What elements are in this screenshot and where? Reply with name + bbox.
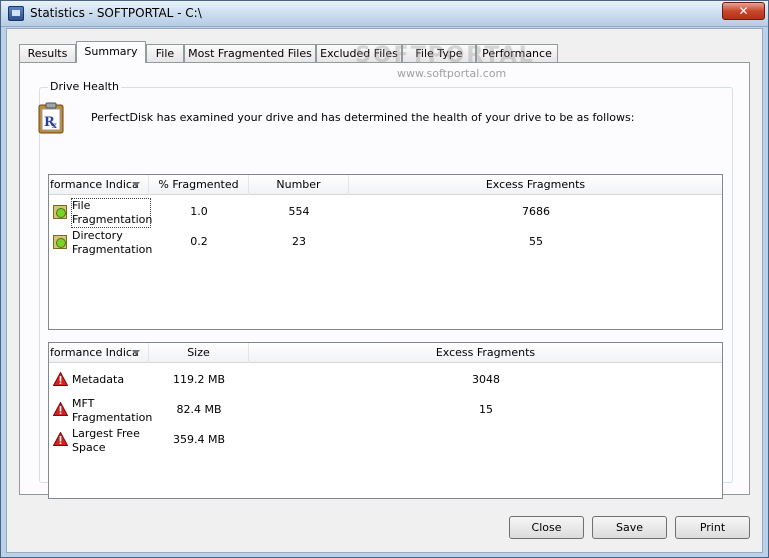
tab-file[interactable]: File: [146, 44, 184, 63]
column-header-label: formance Indica: [50, 346, 139, 359]
ok-status-icon: [53, 205, 67, 219]
excess-fragments-value: 7686: [522, 205, 550, 218]
health-intro-text: PerfectDisk has examined your drive and …: [91, 111, 635, 124]
dialog-body: Results Summary File Most Fragmented Fil…: [6, 28, 763, 553]
indicator-name: MFT Fragmentation: [72, 397, 153, 424]
close-button-label: Close: [531, 521, 562, 534]
number-value: 554: [288, 205, 310, 218]
number-value: 23: [292, 235, 306, 248]
column-header-label: formance Indica: [50, 178, 139, 191]
window-close-button[interactable]: ✕: [722, 2, 765, 20]
indicator-name: Largest Free Space: [72, 427, 140, 454]
column-header-excess-fragments[interactable]: Excess Fragments: [349, 175, 722, 195]
column-header-number[interactable]: Number: [249, 175, 349, 195]
print-button-label: Print: [699, 521, 726, 534]
table-header: formance Indica Size Excess Fragments: [49, 343, 722, 363]
fragmentation-table[interactable]: formance Indica % Fragmented Number Exce…: [48, 174, 723, 330]
warning-icon: [53, 372, 68, 386]
sort-arrow-icon: [132, 182, 140, 187]
column-header-performance-indicator[interactable]: formance Indica: [49, 175, 149, 195]
column-header-percent-fragmented[interactable]: % Fragmented: [149, 175, 249, 195]
size-value: 119.2 MB: [172, 373, 226, 386]
indicator-name: Metadata: [72, 373, 125, 386]
column-header-excess-fragments[interactable]: Excess Fragments: [249, 343, 722, 363]
prescription-icon: R x: [38, 102, 64, 134]
drive-health-title: Drive Health: [48, 80, 121, 93]
table-header: formance Indica % Fragmented Number Exce…: [49, 175, 722, 195]
excess-fragments-value: [249, 425, 722, 454]
window-title: Statistics - SOFTPORTAL - C:\: [30, 6, 202, 20]
column-header-size[interactable]: Size: [149, 343, 249, 363]
size-value: 82.4 MB: [176, 403, 222, 416]
metadata-table[interactable]: formance Indica Size Excess Fragments Me…: [48, 342, 723, 499]
size-value: 359.4 MB: [172, 433, 226, 446]
save-button-label: Save: [615, 521, 643, 534]
tab-excluded-files[interactable]: Excluded Files: [316, 44, 402, 63]
save-button[interactable]: Save: [592, 516, 667, 539]
statistics-window: Statistics - SOFTPORTAL - C:\ ✕ Results …: [0, 0, 769, 558]
indicator-name: File Fragmentation: [71, 198, 153, 228]
table-row[interactable]: Directory Fragmentation 0.2 23 55: [49, 227, 722, 256]
table-row[interactable]: Metadata 119.2 MB 3048: [49, 365, 722, 394]
table-row[interactable]: File Fragmentation 1.0 554 7686: [49, 197, 722, 228]
sort-arrow-icon: [132, 350, 140, 355]
table-row[interactable]: Largest Free Space 359.4 MB: [49, 425, 722, 454]
print-button[interactable]: Print: [675, 516, 750, 539]
column-header-performance-indicator[interactable]: formance Indica: [49, 343, 149, 363]
table-row[interactable]: MFT Fragmentation 82.4 MB 15: [49, 395, 722, 424]
tab-summary[interactable]: Summary: [76, 41, 146, 63]
close-button[interactable]: Close: [509, 516, 584, 539]
percent-fragmented-value: 1.0: [190, 205, 208, 218]
percent-fragmented-value: 0.2: [190, 235, 208, 248]
excess-fragments-value: 15: [479, 403, 493, 416]
summary-panel: Drive Health R x PerfectDisk has examine…: [19, 62, 750, 499]
indicator-name: Directory Fragmentation: [72, 229, 153, 256]
title-bar[interactable]: Statistics - SOFTPORTAL - C:\ ✕: [1, 1, 768, 27]
excess-fragments-value: 3048: [472, 373, 500, 386]
ok-status-icon: [53, 235, 67, 249]
warning-icon: [53, 402, 68, 416]
app-icon: [8, 6, 24, 21]
tab-results[interactable]: Results: [19, 44, 76, 63]
svg-text:x: x: [52, 120, 57, 130]
warning-icon: [53, 432, 68, 446]
tab-performance[interactable]: Performance: [476, 44, 558, 63]
excess-fragments-value: 55: [529, 235, 543, 248]
tab-file-type[interactable]: File Type: [402, 44, 476, 63]
tab-most-fragmented-files[interactable]: Most Fragmented Files: [184, 44, 316, 63]
